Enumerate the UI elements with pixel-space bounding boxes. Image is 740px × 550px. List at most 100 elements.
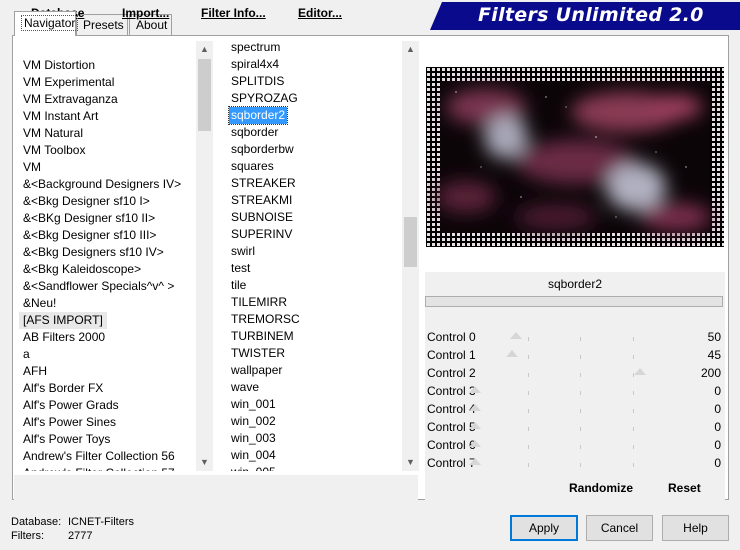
reset-button[interactable]: Reset: [668, 481, 701, 495]
list-item[interactable]: spiral4x4: [231, 56, 279, 73]
list-item[interactable]: [AFS IMPORT]: [19, 312, 107, 329]
help-button[interactable]: Help: [662, 515, 729, 541]
filter-scrollbar[interactable]: ▲ ▼: [402, 41, 419, 471]
list-item[interactable]: win_004: [231, 447, 276, 464]
slider-thumb-icon[interactable]: [469, 458, 481, 465]
list-item[interactable]: &<Background Designers IV>: [23, 176, 181, 193]
list-item[interactable]: VM Natural: [23, 125, 83, 142]
slider-thumb-icon[interactable]: [510, 332, 523, 339]
editor-button[interactable]: Editor...: [298, 6, 342, 20]
list-item[interactable]: STREAKMI: [231, 192, 292, 209]
list-item[interactable]: Alf's Power Sines: [23, 414, 116, 431]
control-value: 0: [714, 384, 721, 398]
list-item[interactable]: Alf's Power Grads: [23, 397, 119, 414]
cancel-button[interactable]: Cancel: [586, 515, 653, 541]
import-button[interactable]: Import...: [122, 6, 169, 20]
control-label: Control 1: [427, 348, 476, 362]
list-item[interactable]: win_002: [231, 413, 276, 430]
list-item[interactable]: STREAKER: [231, 175, 296, 192]
control-slider-row[interactable]: Control 40: [425, 400, 725, 418]
control-slider-row[interactable]: Control 1 45: [425, 346, 725, 364]
control-slider-row[interactable]: Control 0 50: [425, 328, 725, 346]
list-item[interactable]: swirl: [231, 243, 255, 260]
list-item[interactable]: test: [231, 260, 250, 277]
list-item[interactable]: &<Bkg Designer sf10 III>: [23, 227, 156, 244]
randomize-button[interactable]: Randomize: [569, 481, 633, 495]
control-value: 45: [707, 348, 721, 362]
list-item[interactable]: &<Bkg Kaleidoscope>: [23, 261, 141, 278]
category-scrollbar[interactable]: ▲ ▼: [196, 41, 213, 471]
list-item[interactable]: Alf's Border FX: [23, 380, 103, 397]
list-item[interactable]: TWISTER: [231, 345, 285, 362]
list-item[interactable]: Andrew's Filter Collection 57: [23, 465, 175, 471]
list-item[interactable]: spectrum: [231, 41, 280, 56]
list-item[interactable]: wave: [231, 379, 259, 396]
list-item[interactable]: &<Bkg Designers sf10 IV>: [23, 244, 164, 261]
tab-navigator-label: Navigator: [21, 15, 79, 31]
list-item[interactable]: wallpaper: [231, 362, 282, 379]
category-list[interactable]: VM Distortion VM Experimental VM Extravaga…: [14, 41, 196, 471]
list-item[interactable]: AB Filters 2000: [23, 329, 105, 346]
list-item[interactable]: sqborderbw: [231, 141, 294, 158]
list-item[interactable]: AFH: [23, 363, 47, 380]
list-item[interactable]: win_003: [231, 430, 276, 447]
slider-thumb-icon[interactable]: [505, 350, 518, 357]
list-item[interactable]: SUPERINV: [231, 226, 292, 243]
slider-thumb-icon[interactable]: [469, 422, 481, 429]
list-item[interactable]: &<Sandflower Specials^v^ >: [23, 278, 174, 295]
apply-button[interactable]: Apply: [510, 515, 578, 541]
list-item[interactable]: SPLITDIS: [231, 73, 284, 90]
slider-thumb-icon[interactable]: [469, 440, 481, 447]
list-item[interactable]: VM Distortion: [23, 57, 95, 74]
control-slider-row[interactable]: Control 30: [425, 382, 725, 400]
list-item[interactable]: &<BKg Designer sf10 II>: [23, 210, 155, 227]
slider-tick: [580, 409, 581, 413]
scroll-up-icon[interactable]: ▲: [196, 41, 213, 58]
list-item[interactable]: SUBNOISE: [231, 209, 293, 226]
list-item[interactable]: VM Instant Art: [23, 108, 98, 125]
filter-info-button[interactable]: Filter Info...: [201, 6, 266, 20]
list-item[interactable]: VM Experimental: [23, 74, 114, 91]
list-item-selected[interactable]: sqborder2: [227, 106, 289, 125]
list-item[interactable]: squares: [231, 158, 274, 175]
list-toolbar: [14, 475, 418, 500]
control-slider-row[interactable]: Control 60: [425, 436, 725, 454]
slider-tick: [632, 409, 634, 413]
slider-thumb-icon[interactable]: [469, 386, 481, 393]
slider-tick: [527, 427, 529, 431]
list-item[interactable]: TILEMIRR: [231, 294, 287, 311]
filter-scroll-thumb[interactable]: [404, 217, 417, 267]
app-title: Filters Unlimited 2.0: [478, 4, 704, 26]
list-item[interactable]: &Neu!: [23, 295, 56, 312]
scroll-down-icon[interactable]: ▼: [402, 454, 419, 471]
tab-presets-label: Presets: [83, 18, 124, 32]
list-item[interactable]: VM Toolbox: [23, 142, 85, 159]
list-item[interactable]: VM: [23, 159, 41, 176]
list-item[interactable]: Andrew's Filter Collection 56: [23, 448, 175, 465]
tab-navigator[interactable]: Navigator: [14, 11, 79, 36]
control-slider-row[interactable]: Control 50: [425, 418, 725, 436]
scroll-down-icon[interactable]: ▼: [196, 454, 213, 471]
category-scroll-thumb[interactable]: [198, 59, 211, 131]
control-slider-row[interactable]: Control 70: [425, 454, 725, 472]
list-item[interactable]: tile: [231, 277, 246, 294]
list-item[interactable]: SPYROZAG: [231, 90, 298, 107]
control-slider-row[interactable]: Control 2 200: [425, 364, 725, 382]
list-item[interactable]: sqborder: [231, 124, 278, 141]
slider-thumb-icon[interactable]: [469, 404, 481, 411]
list-item[interactable]: win_001: [231, 396, 276, 413]
list-item[interactable]: &<Bkg Designer sf10 I>: [23, 193, 150, 210]
list-item[interactable]: TURBINEM: [231, 328, 294, 345]
list-item[interactable]: win_005: [231, 464, 276, 471]
list-item[interactable]: VM Extravaganza: [23, 91, 118, 108]
list-item[interactable]: a: [23, 346, 30, 363]
scroll-up-icon[interactable]: ▲: [402, 41, 419, 58]
control-label: Control 2: [427, 366, 476, 380]
list-item[interactable]: Alf's Power Toys: [23, 431, 110, 448]
filter-list[interactable]: spectrum spiral4x4 SPLITDIS SPYROZAG sqborde…: [222, 41, 402, 471]
list-item[interactable]: TREMORSC: [231, 311, 300, 328]
slider-tick: [580, 445, 581, 449]
slider-thumb-icon[interactable]: [633, 368, 646, 375]
slider-tick: [580, 355, 581, 359]
database-value: ICNET-Filters: [68, 516, 134, 528]
